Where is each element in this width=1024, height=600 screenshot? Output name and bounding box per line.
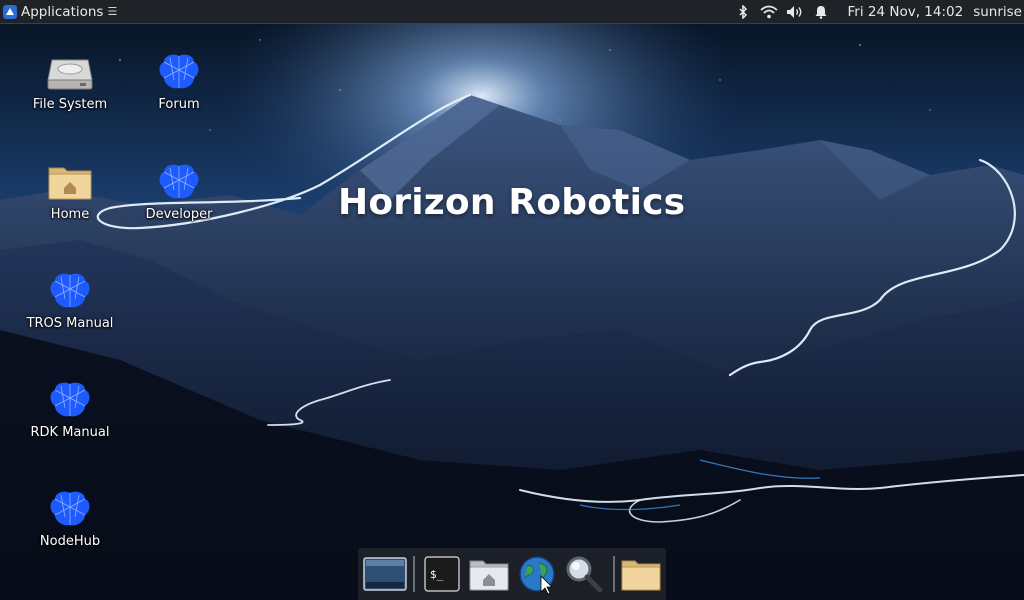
- applications-label: Applications: [21, 3, 104, 20]
- terminal-prompt-glyph: $_: [430, 568, 444, 581]
- show-desktop-icon: [362, 557, 407, 591]
- terminal-icon: $_: [424, 556, 460, 592]
- file-manager-button[interactable]: [619, 551, 664, 597]
- clock[interactable]: Fri 24 Nov, 14:02: [848, 4, 964, 20]
- desktop-icon-rdk-manual[interactable]: RDK Manual: [20, 378, 120, 440]
- applications-menu-button[interactable]: Applications ☰: [0, 0, 123, 23]
- desktop-icon-label: File System: [32, 97, 108, 112]
- dock-separator: [413, 556, 416, 592]
- desktop-icon-label: Developer: [145, 207, 213, 222]
- terminal-button[interactable]: $_: [419, 551, 464, 597]
- desktop-icon-label: RDK Manual: [30, 425, 110, 440]
- brain-icon: [46, 378, 94, 422]
- dock: $_: [358, 548, 666, 600]
- brain-icon: [46, 487, 94, 531]
- bell-icon[interactable]: [810, 0, 832, 23]
- desktop-icon-forum[interactable]: Forum: [129, 50, 229, 112]
- desktop-icon-file-system[interactable]: File System: [20, 50, 120, 112]
- desktop-icon-home[interactable]: Home: [20, 160, 120, 222]
- desktop-icon-label: Home: [50, 207, 90, 222]
- dock-separator: [612, 556, 615, 592]
- brain-icon: [46, 269, 94, 313]
- brain-icon: [155, 50, 203, 94]
- desktop-icon-tros-manual[interactable]: TROS Manual: [20, 269, 120, 331]
- wifi-icon[interactable]: [758, 0, 780, 23]
- drive-icon: [46, 50, 94, 94]
- app-finder-button[interactable]: [561, 551, 606, 597]
- top-panel: Applications ☰ Fri 24 Nov, 14:02 sunrise: [0, 0, 1024, 24]
- desktop-icon-label: TROS Manual: [26, 316, 114, 331]
- home-folder-icon: [46, 160, 94, 204]
- bluetooth-icon[interactable]: [732, 0, 754, 23]
- web-browser-button[interactable]: [514, 551, 559, 597]
- applications-logo-icon: [3, 4, 17, 19]
- web-browser-icon: [518, 556, 555, 594]
- home-folder-icon: [469, 560, 509, 591]
- desktop-icon-nodehub[interactable]: NodeHub: [20, 487, 120, 549]
- home-folder-button[interactable]: [467, 551, 512, 597]
- search-icon: [566, 556, 603, 593]
- menu-icon: ☰: [107, 5, 118, 18]
- show-desktop-button[interactable]: [362, 551, 407, 597]
- desktop-icon-label: Forum: [158, 97, 200, 112]
- volume-icon[interactable]: [784, 0, 806, 23]
- system-tray: Fri 24 Nov, 14:02 sunrise: [730, 0, 1024, 23]
- brand-text: Horizon Robotics: [338, 182, 686, 223]
- user-menu[interactable]: sunrise: [973, 4, 1022, 20]
- desktop-icon-label: NodeHub: [39, 534, 101, 549]
- file-manager-icon: [621, 560, 661, 591]
- desktop-icon-developer[interactable]: Developer: [129, 160, 229, 222]
- brain-icon: [155, 160, 203, 204]
